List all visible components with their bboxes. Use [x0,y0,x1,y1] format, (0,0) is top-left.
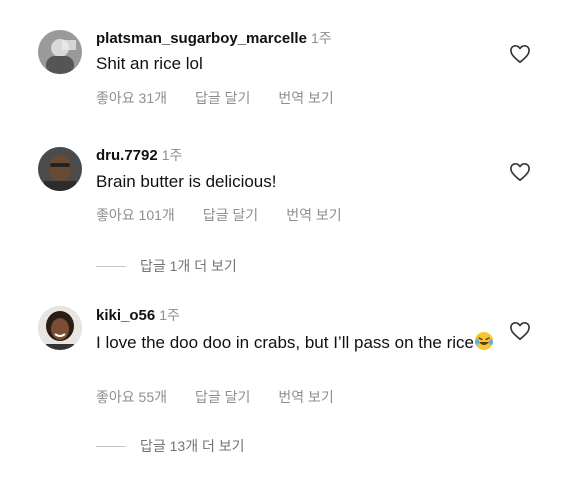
view-replies-button[interactable]: 답글 13개 더 보기 [96,436,245,456]
comment-header: kiki_o56 1주 [96,306,180,325]
comment-item: kiki_o56 1주 I love the doo doo in crabs, … [0,0,574,470]
view-replies-label[interactable]: 답글 13개 더 보기 [140,436,245,456]
translate-button[interactable]: 번역 보기 [278,389,333,405]
reply-button[interactable]: 답글 달기 [195,389,250,405]
heart-outline-icon[interactable] [509,321,531,341]
username[interactable]: kiki_o56 [96,307,155,324]
comment-text: I love the doo doo in crabs, but I’ll pa… [96,331,496,354]
comment-text-body: I love the doo doo in crabs, but I’ll pa… [96,333,475,352]
likes-count[interactable]: 좋아요 55개 [96,389,167,405]
laughing-tears-emoji-icon [475,332,494,350]
comment-actions: 좋아요 55개 답글 달기 번역 보기 [96,387,362,407]
timestamp: 1주 [159,307,180,323]
avatar[interactable] [38,306,82,350]
avatar-photo-icon [38,306,82,350]
divider-line [96,445,126,447]
